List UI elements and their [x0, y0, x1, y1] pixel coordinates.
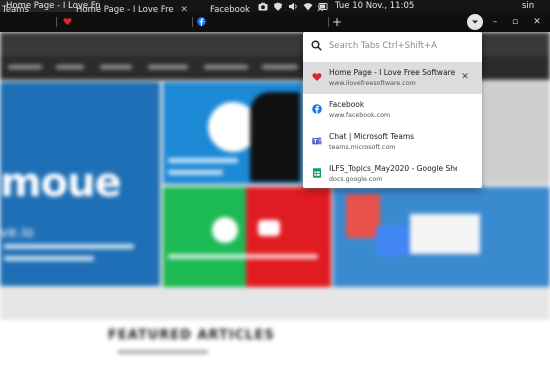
tab-result-google-sheets[interactable]: ILFS_Topics_May2020 - Google Shee... doc… [303, 158, 482, 190]
nav-item[interactable] [262, 65, 298, 69]
tab-divider [328, 17, 329, 27]
nav-item[interactable] [148, 65, 188, 69]
tile-caption [168, 254, 318, 259]
youtube-tile[interactable] [246, 187, 331, 287]
spotify-logo-icon [212, 217, 238, 243]
tab-search-dropdown: Home Page - I Love Free Software www.ilo… [303, 32, 482, 188]
tab-result-facebook[interactable]: Facebook www.facebook.com [303, 94, 482, 126]
minimize-button[interactable]: – [485, 12, 505, 32]
side-tile[interactable] [486, 82, 550, 184]
tab-label: Facebook [210, 5, 250, 15]
sheets-icon [313, 168, 321, 178]
nav-item[interactable] [204, 65, 248, 69]
nav-item[interactable] [100, 65, 132, 69]
heart-icon [312, 73, 322, 81]
tab-search-button[interactable] [467, 14, 483, 30]
nav-item[interactable] [8, 65, 42, 69]
featured-subheading [118, 350, 208, 354]
heart-icon [63, 18, 72, 26]
close-icon[interactable]: ✕ [316, 0, 324, 20]
search-icon [311, 40, 322, 51]
featured-heading: FEATURED ARTICLES [108, 328, 275, 343]
new-tab-button[interactable]: + [332, 12, 344, 32]
hero-caption [4, 256, 94, 261]
tab-home-page[interactable]: Home Page - I Love Free So ✕ [57, 0, 192, 20]
close-icon[interactable]: ✕ [180, 0, 188, 20]
clock[interactable]: Tue 10 Nov., 11:05 [335, 0, 414, 12]
hero-caption [4, 244, 134, 249]
result-url: teams.microsoft.com [329, 144, 396, 151]
maximize-button[interactable]: ▫ [505, 12, 525, 32]
result-url: www.facebook.com [329, 112, 391, 119]
hero-subtext: ve.io [0, 225, 34, 241]
close-window-button[interactable]: ✕ [527, 12, 547, 32]
result-title: ILFS_Topics_May2020 - Google Shee... [329, 164, 457, 173]
tab-result-teams[interactable]: Chat | Microsoft Teams teams.microsoft.c… [303, 126, 482, 158]
result-title: Facebook [329, 100, 365, 109]
search-tabs-input[interactable] [329, 38, 474, 54]
tab-label: Home Page - I Love Free So [76, 5, 174, 15]
facebook-icon [197, 17, 206, 26]
facebook-icon [312, 104, 322, 114]
tile-caption [168, 158, 238, 163]
tile-caption [168, 170, 223, 175]
user-menu[interactable]: sin [522, 0, 534, 12]
tab-result-home-page[interactable]: Home Page - I Love Free Software www.ilo… [303, 62, 482, 94]
close-icon[interactable]: ✕ [460, 72, 470, 82]
tab-facebook[interactable]: Facebook ✕ [193, 0, 328, 20]
teams-icon [312, 137, 322, 145]
hero-text: moue [0, 160, 122, 206]
person-silhouette [250, 92, 300, 182]
youtube-logo-icon [258, 220, 280, 236]
result-title: Home Page - I Love Free Software [329, 68, 456, 77]
result-title: Chat | Microsoft Teams [329, 132, 415, 141]
chevron-down-icon [472, 20, 478, 24]
blocks-graphic [376, 226, 410, 256]
result-url: docs.google.com [329, 176, 383, 183]
document-graphic [346, 194, 380, 238]
result-url: www.ilovefreesoftware.com [329, 80, 416, 87]
tab-label: Teams [2, 5, 29, 15]
nav-item[interactable] [56, 65, 84, 69]
tab-teams[interactable]: Teams [0, 0, 56, 20]
search-row [303, 32, 482, 60]
article-text-card [410, 214, 480, 254]
